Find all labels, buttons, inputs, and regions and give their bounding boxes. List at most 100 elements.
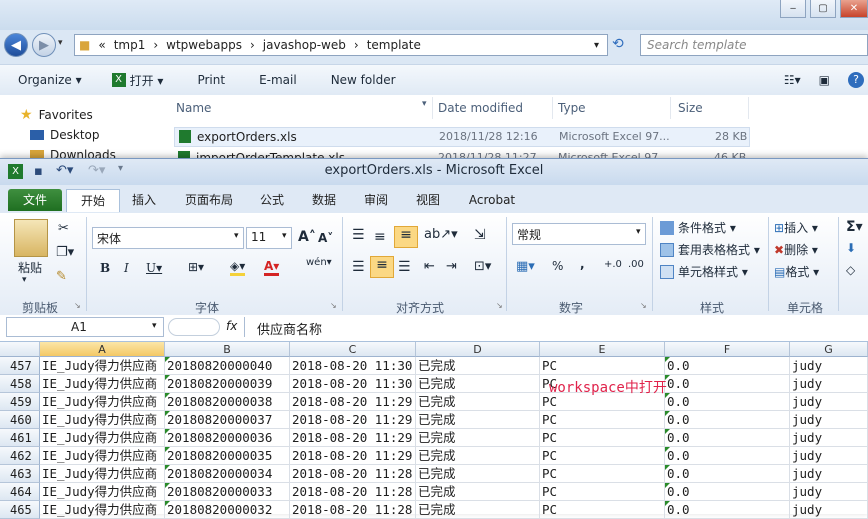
cell-e[interactable]: PC <box>540 411 665 429</box>
clear-icon[interactable]: ◇ <box>846 263 855 277</box>
cell-a[interactable]: IE_Judy得力供应商 <box>40 483 165 501</box>
row-header[interactable]: 460 <box>0 411 40 429</box>
breadcrumb-item[interactable]: wtpwebapps <box>166 38 242 52</box>
tab-page-layout[interactable]: 页面布局 <box>178 189 240 211</box>
number-format-dropdown-icon[interactable]: ▾ <box>636 227 641 237</box>
cell-f[interactable]: 0.0 <box>665 465 790 483</box>
cell-a[interactable]: IE_Judy得力供应商 <box>40 393 165 411</box>
cell-b[interactable]: 20180820000037 <box>165 411 290 429</box>
cell-d[interactable]: 已完成 <box>416 501 540 519</box>
merge-center-icon[interactable]: ⊡▾ <box>474 259 491 274</box>
column-header-date[interactable]: Date modified <box>438 97 553 119</box>
cell-b[interactable]: 20180820000035 <box>165 447 290 465</box>
cell-g[interactable]: judy <box>790 501 868 519</box>
column-header[interactable]: F <box>665 342 790 357</box>
cell-g[interactable]: judy <box>790 447 868 465</box>
cell-f[interactable]: 0.0 <box>665 411 790 429</box>
column-header[interactable]: G <box>790 342 868 357</box>
tab-view[interactable]: 视图 <box>410 189 446 211</box>
tab-review[interactable]: 审阅 <box>358 189 394 211</box>
cell-c[interactable]: 2018-08-20 11:29 <box>290 393 416 411</box>
cell-c[interactable]: 2018-08-20 11:30 <box>290 357 416 375</box>
cell-a[interactable]: IE_Judy得力供应商 <box>40 411 165 429</box>
forward-button[interactable]: ▶ <box>32 33 56 57</box>
cell-a[interactable]: IE_Judy得力供应商 <box>40 375 165 393</box>
insert-function-icon[interactable]: fx <box>226 319 237 333</box>
tab-file[interactable]: 文件 <box>8 189 62 211</box>
refresh-icon[interactable]: ⟲ <box>612 36 624 52</box>
address-bar[interactable]: ■ « tmp1 › wtpwebapps › javashop-web › temp… <box>74 34 608 56</box>
cell-f[interactable]: 0.0 <box>665 447 790 465</box>
row-header[interactable]: 461 <box>0 429 40 447</box>
cell-c[interactable]: 2018-08-20 11:28 <box>290 465 416 483</box>
fill-icon[interactable]: ⬇ <box>846 241 856 255</box>
worksheet-grid[interactable]: A B C D E F G 457 IE_Judy得力供应商 20180820000… <box>0 342 868 519</box>
font-name-select[interactable]: 宋体 <box>92 227 244 249</box>
cell-e[interactable]: PC <box>540 447 665 465</box>
cell-g[interactable]: judy <box>790 483 868 501</box>
cell-d[interactable]: 已完成 <box>416 375 540 393</box>
open-with-button[interactable]: X 打开 ▾ <box>111 72 163 89</box>
row-header[interactable]: 459 <box>0 393 40 411</box>
row-header[interactable]: 457 <box>0 357 40 375</box>
favorites-item[interactable]: ★ Favorites <box>20 107 93 123</box>
copy-icon[interactable]: ❐▾ <box>56 245 74 260</box>
autosum-icon[interactable]: Σ▾ <box>846 219 863 235</box>
cell-e[interactable]: PC <box>540 501 665 519</box>
cell-styles-button[interactable]: 单元格样式 ▾ <box>660 263 748 280</box>
format-cells-button[interactable]: ▤格式 ▾ <box>774 263 819 280</box>
cell-a[interactable]: IE_Judy得力供应商 <box>40 447 165 465</box>
shrink-font-icon[interactable]: A˅ <box>318 231 333 245</box>
dialog-launcher-icon[interactable]: ↘ <box>496 301 503 310</box>
align-bottom-icon[interactable]: ≡ <box>394 226 418 248</box>
cell-f[interactable]: 0.0 <box>665 393 790 411</box>
organize-button[interactable]: Organize ▾ <box>18 73 82 87</box>
cell-a[interactable]: IE_Judy得力供应商 <box>40 465 165 483</box>
wrap-text-icon[interactable]: ⇲ <box>474 227 486 243</box>
desktop-item[interactable]: Desktop <box>30 128 100 142</box>
cell-d[interactable]: 已完成 <box>416 447 540 465</box>
font-size-dropdown-icon[interactable]: ▾ <box>282 231 287 241</box>
font-name-dropdown-icon[interactable]: ▾ <box>234 231 239 241</box>
formula-input[interactable]: 供应商名称 <box>244 317 868 338</box>
cell-b[interactable]: 20180820000038 <box>165 393 290 411</box>
conditional-format-button[interactable]: 条件格式 ▾ <box>660 219 736 236</box>
dialog-launcher-icon[interactable]: ↘ <box>640 301 647 310</box>
dialog-launcher-icon[interactable]: ↘ <box>330 301 337 310</box>
column-header[interactable]: A <box>40 342 165 357</box>
paste-dropdown-icon[interactable]: ▾ <box>22 275 27 285</box>
minimize-button[interactable]: ‒ <box>780 0 806 18</box>
paste-icon[interactable] <box>14 219 48 257</box>
cell-f[interactable]: 0.0 <box>665 375 790 393</box>
cell-c[interactable]: 2018-08-20 11:28 <box>290 483 416 501</box>
row-header[interactable]: 463 <box>0 465 40 483</box>
tab-data[interactable]: 数据 <box>306 189 342 211</box>
cell-d[interactable]: 已完成 <box>416 483 540 501</box>
tab-formulas[interactable]: 公式 <box>254 189 290 211</box>
cell-c[interactable]: 2018-08-20 11:28 <box>290 501 416 519</box>
cell-b[interactable]: 20180820000040 <box>165 357 290 375</box>
row-header[interactable]: 465 <box>0 501 40 519</box>
cell-c[interactable]: 2018-08-20 11:29 <box>290 447 416 465</box>
cell-d[interactable]: 已完成 <box>416 393 540 411</box>
font-color-icon[interactable]: A▾ <box>264 259 280 276</box>
cell-g[interactable]: judy <box>790 411 868 429</box>
recent-pages-chevron-icon[interactable]: ▾ <box>58 38 63 48</box>
cell-c[interactable]: 2018-08-20 11:30 <box>290 375 416 393</box>
insert-cells-button[interactable]: ⊞插入 ▾ <box>774 219 818 236</box>
cell-c[interactable]: 2018-08-20 11:29 <box>290 429 416 447</box>
italic-icon[interactable]: I <box>124 261 129 275</box>
cell-e[interactable]: PC <box>540 357 665 375</box>
cell-d[interactable]: 已完成 <box>416 357 540 375</box>
cell-c[interactable]: 2018-08-20 11:29 <box>290 411 416 429</box>
cell-g[interactable]: judy <box>790 357 868 375</box>
tab-home[interactable]: 开始 <box>66 189 120 212</box>
decrease-indent-icon[interactable]: ⇤ <box>424 259 435 274</box>
align-middle-icon[interactable]: ≡ <box>374 229 386 245</box>
border-icon[interactable]: ⊞▾ <box>188 260 204 274</box>
cell-g[interactable]: judy <box>790 429 868 447</box>
bold-icon[interactable]: B <box>100 261 110 275</box>
tab-acrobat[interactable]: Acrobat <box>462 189 522 211</box>
orientation-icon[interactable]: ab↗▾ <box>424 227 458 242</box>
view-options-icon[interactable]: ☷▾ <box>784 73 801 87</box>
